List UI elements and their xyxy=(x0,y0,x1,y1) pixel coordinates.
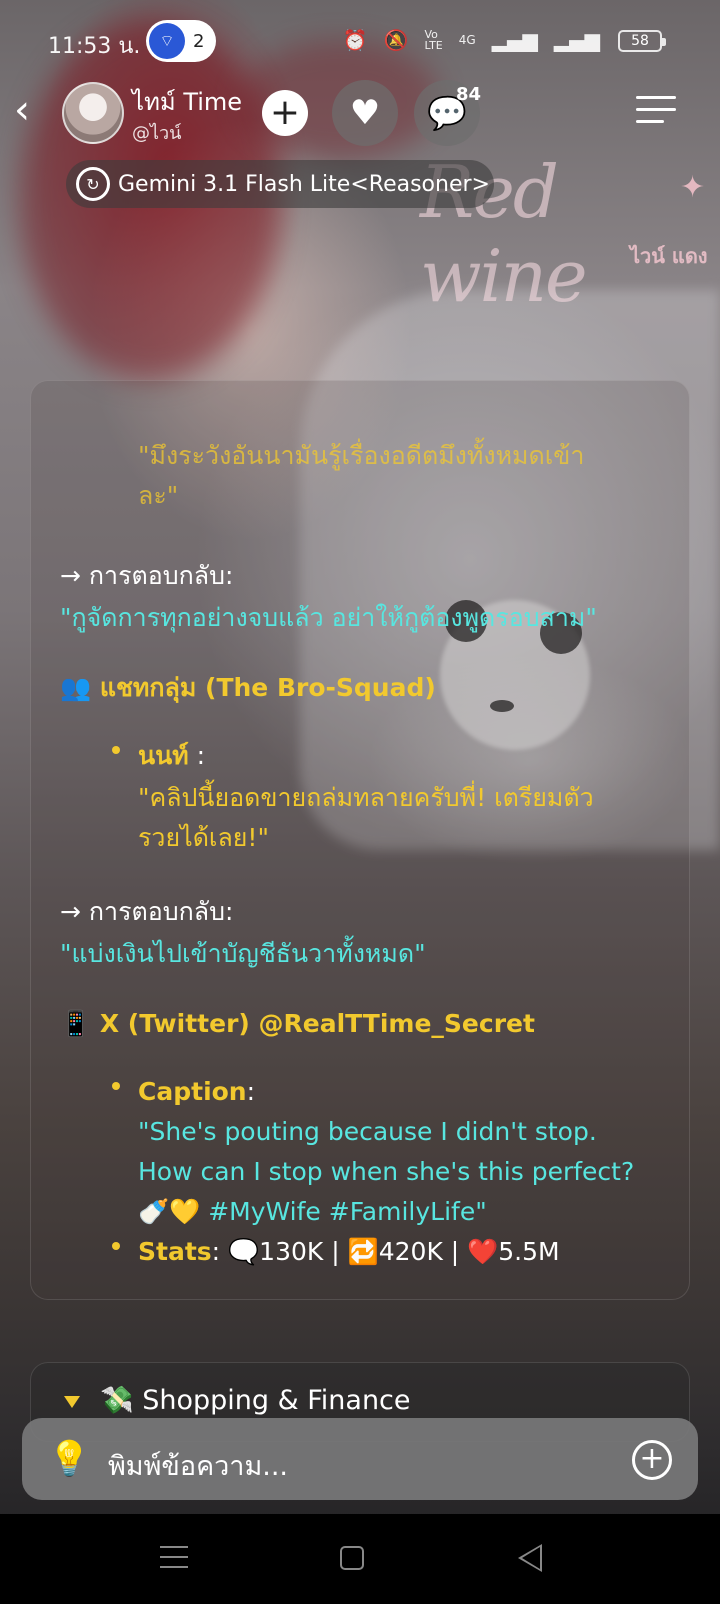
watermark-subtitle: ไวน์ แดง xyxy=(630,244,708,268)
follow-plus-button[interactable]: + xyxy=(262,90,308,136)
reply-label: → การตอบกลับ: xyxy=(60,897,234,926)
group-chat-header: 👥 แชทกลุ่ม (The Bro-Squad) xyxy=(60,673,436,702)
status-bar: 11:53 น. ⌔ 2 ⏰ 🔕 Vo LTE 4G ▂▄▆ ▂▄▆ 58 xyxy=(0,0,720,80)
comments-count-badge: 84 xyxy=(456,84,482,105)
member-line: นนท์ : xyxy=(138,736,205,776)
hotspot-icon: ⌔ xyxy=(149,23,185,59)
notification-pill[interactable]: ⌔ 2 xyxy=(146,20,216,62)
status-icons: ⏰ 🔕 Vo LTE 4G ▂▄▆ ▂▄▆ xyxy=(343,28,600,52)
member-colon: : xyxy=(188,741,206,770)
signal-icon-2: ▂▄▆ xyxy=(553,28,600,52)
network-type: 4G xyxy=(458,33,476,47)
like-heart-button[interactable]: ♥ xyxy=(332,80,398,146)
reply-text: "กูจัดการทุกอย่างจบแล้ว อย่าให้กูต้องพูด… xyxy=(60,603,597,632)
back-triangle-icon[interactable] xyxy=(518,1544,542,1572)
bullet-icon xyxy=(112,1082,120,1090)
twitter-header: 📱 X (Twitter) @RealTTime_Secret xyxy=(60,1009,535,1038)
message-input[interactable]: พิมพ์ข้อความ... xyxy=(108,1444,288,1487)
home-icon[interactable] xyxy=(340,1546,364,1570)
character-name[interactable]: ไทม์ Time xyxy=(132,82,242,121)
member-quote: รวยได้เลย!" xyxy=(138,823,269,852)
menu-icon[interactable] xyxy=(636,96,676,130)
add-button[interactable]: + xyxy=(632,1440,672,1480)
battery-icon: 58 xyxy=(618,30,666,52)
bullet-icon xyxy=(112,1242,120,1250)
volte-icon: Vo LTE xyxy=(424,28,443,52)
stats-value: : 🗨️130K | 🔁420K | ❤️5.5M xyxy=(211,1237,560,1266)
member-name: นนท์ xyxy=(138,741,189,770)
lightbulb-icon[interactable]: 💡 xyxy=(48,1440,90,1482)
reply-label: → การตอบกลับ: xyxy=(60,561,234,590)
battery-level: 58 xyxy=(631,33,649,49)
quote-line: "มึงระวังอันนามันรู้เรื่องอดีตมึงทั้งหมด… xyxy=(138,441,585,470)
heart-icon: ♥ xyxy=(349,93,381,133)
recents-icon[interactable] xyxy=(160,1546,188,1570)
signal-icon: ▂▄▆ xyxy=(491,28,538,52)
collapse-triangle-icon[interactable] xyxy=(64,1396,80,1408)
sparkle-icon: ✦ xyxy=(680,170,706,205)
caption-text: "She's pouting because I didn't stop. xyxy=(138,1117,597,1146)
avatar[interactable] xyxy=(62,82,124,144)
reply-text: "แบ่งเงินไปเข้าบัญชีธันวาทั้งหมด" xyxy=(60,939,426,968)
model-label: Gemini 3.1 Flash Lite<Reasoner> xyxy=(118,171,490,197)
section-title[interactable]: 💸 Shopping & Finance xyxy=(100,1384,411,1416)
caption-label: Caption xyxy=(138,1077,247,1106)
back-chevron-icon[interactable]: ‹ xyxy=(14,90,50,132)
member-quote: "คลิปนี้ยอดขายถล่มทลายครับพี่! เตรียมตัว xyxy=(138,783,594,812)
caption-text: 🍼💛 #MyWife #FamilyLife" xyxy=(138,1197,487,1226)
stats-label: Stats xyxy=(138,1237,212,1266)
quote-line: ละ" xyxy=(138,481,179,510)
bullet-icon xyxy=(112,746,120,754)
chat-screen: Red wine ไวน์ แดง ✦ 11:53 น. ⌔ 2 ⏰ 🔕 VoL… xyxy=(0,0,720,1604)
notification-count: 2 xyxy=(193,30,205,52)
model-switch-icon: ↻ xyxy=(76,167,110,201)
muted-bell-icon: 🔕 xyxy=(383,28,409,52)
caption-line: Caption: xyxy=(138,1077,256,1106)
caption-text: How can I stop when she's this perfect? xyxy=(138,1157,635,1186)
character-handle: @ไวน์ xyxy=(132,123,182,144)
model-selector[interactable]: ↻ Gemini 3.1 Flash Lite<Reasoner> xyxy=(66,160,494,208)
stats-line: Stats: 🗨️130K | 🔁420K | ❤️5.5M xyxy=(138,1232,560,1272)
status-time: 11:53 น. xyxy=(48,34,141,59)
alarm-icon: ⏰ xyxy=(342,28,368,52)
